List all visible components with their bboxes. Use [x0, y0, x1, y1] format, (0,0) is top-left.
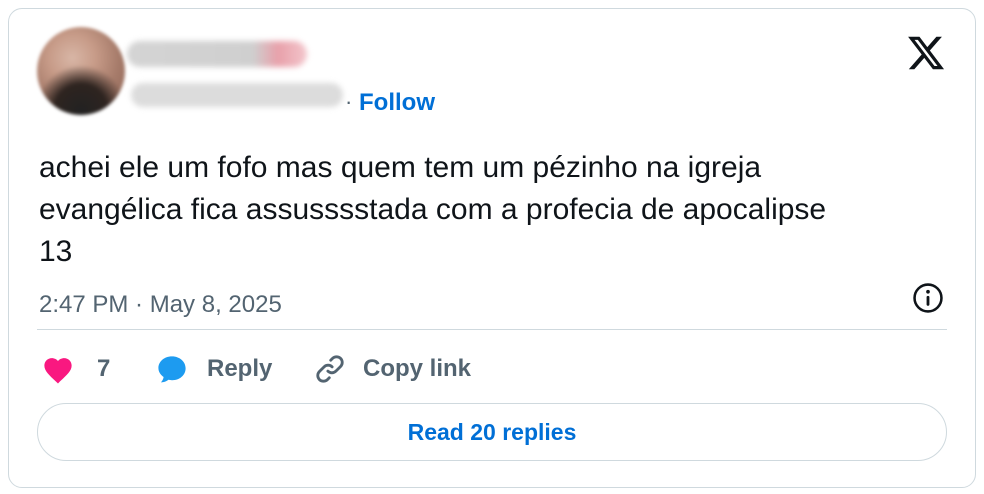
read-replies-button[interactable]: Read 20 replies — [37, 403, 947, 461]
copy-link-button[interactable]: Copy link — [313, 351, 471, 387]
read-replies-label: Read 20 replies — [407, 418, 577, 445]
copy-link-label: Copy link — [363, 355, 472, 382]
tweet-card: · Follow achei ele um fofo mas quem tem … — [8, 8, 976, 488]
separator-dot: · — [345, 89, 353, 114]
reply-button[interactable]: Reply — [155, 351, 272, 387]
tweet-text: achei ele um fofo mas quem tem um pézinh… — [39, 151, 827, 268]
display-name-blurred[interactable] — [127, 41, 307, 67]
divider — [37, 329, 947, 330]
username-blurred[interactable] — [131, 83, 343, 107]
like-count: 7 — [97, 355, 111, 382]
x-logo-icon[interactable] — [905, 33, 947, 73]
speech-bubble-icon — [158, 356, 186, 383]
tweet-timestamp[interactable]: 2:47 PM · May 8, 2025 — [39, 291, 282, 319]
info-icon[interactable] — [911, 281, 945, 315]
reply-label: Reply — [207, 355, 273, 382]
follow-button[interactable]: Follow — [359, 89, 435, 117]
link-icon — [316, 355, 344, 383]
avatar[interactable] — [37, 27, 125, 115]
like-button[interactable]: 7 — [41, 351, 110, 387]
heart-icon — [44, 358, 72, 384]
